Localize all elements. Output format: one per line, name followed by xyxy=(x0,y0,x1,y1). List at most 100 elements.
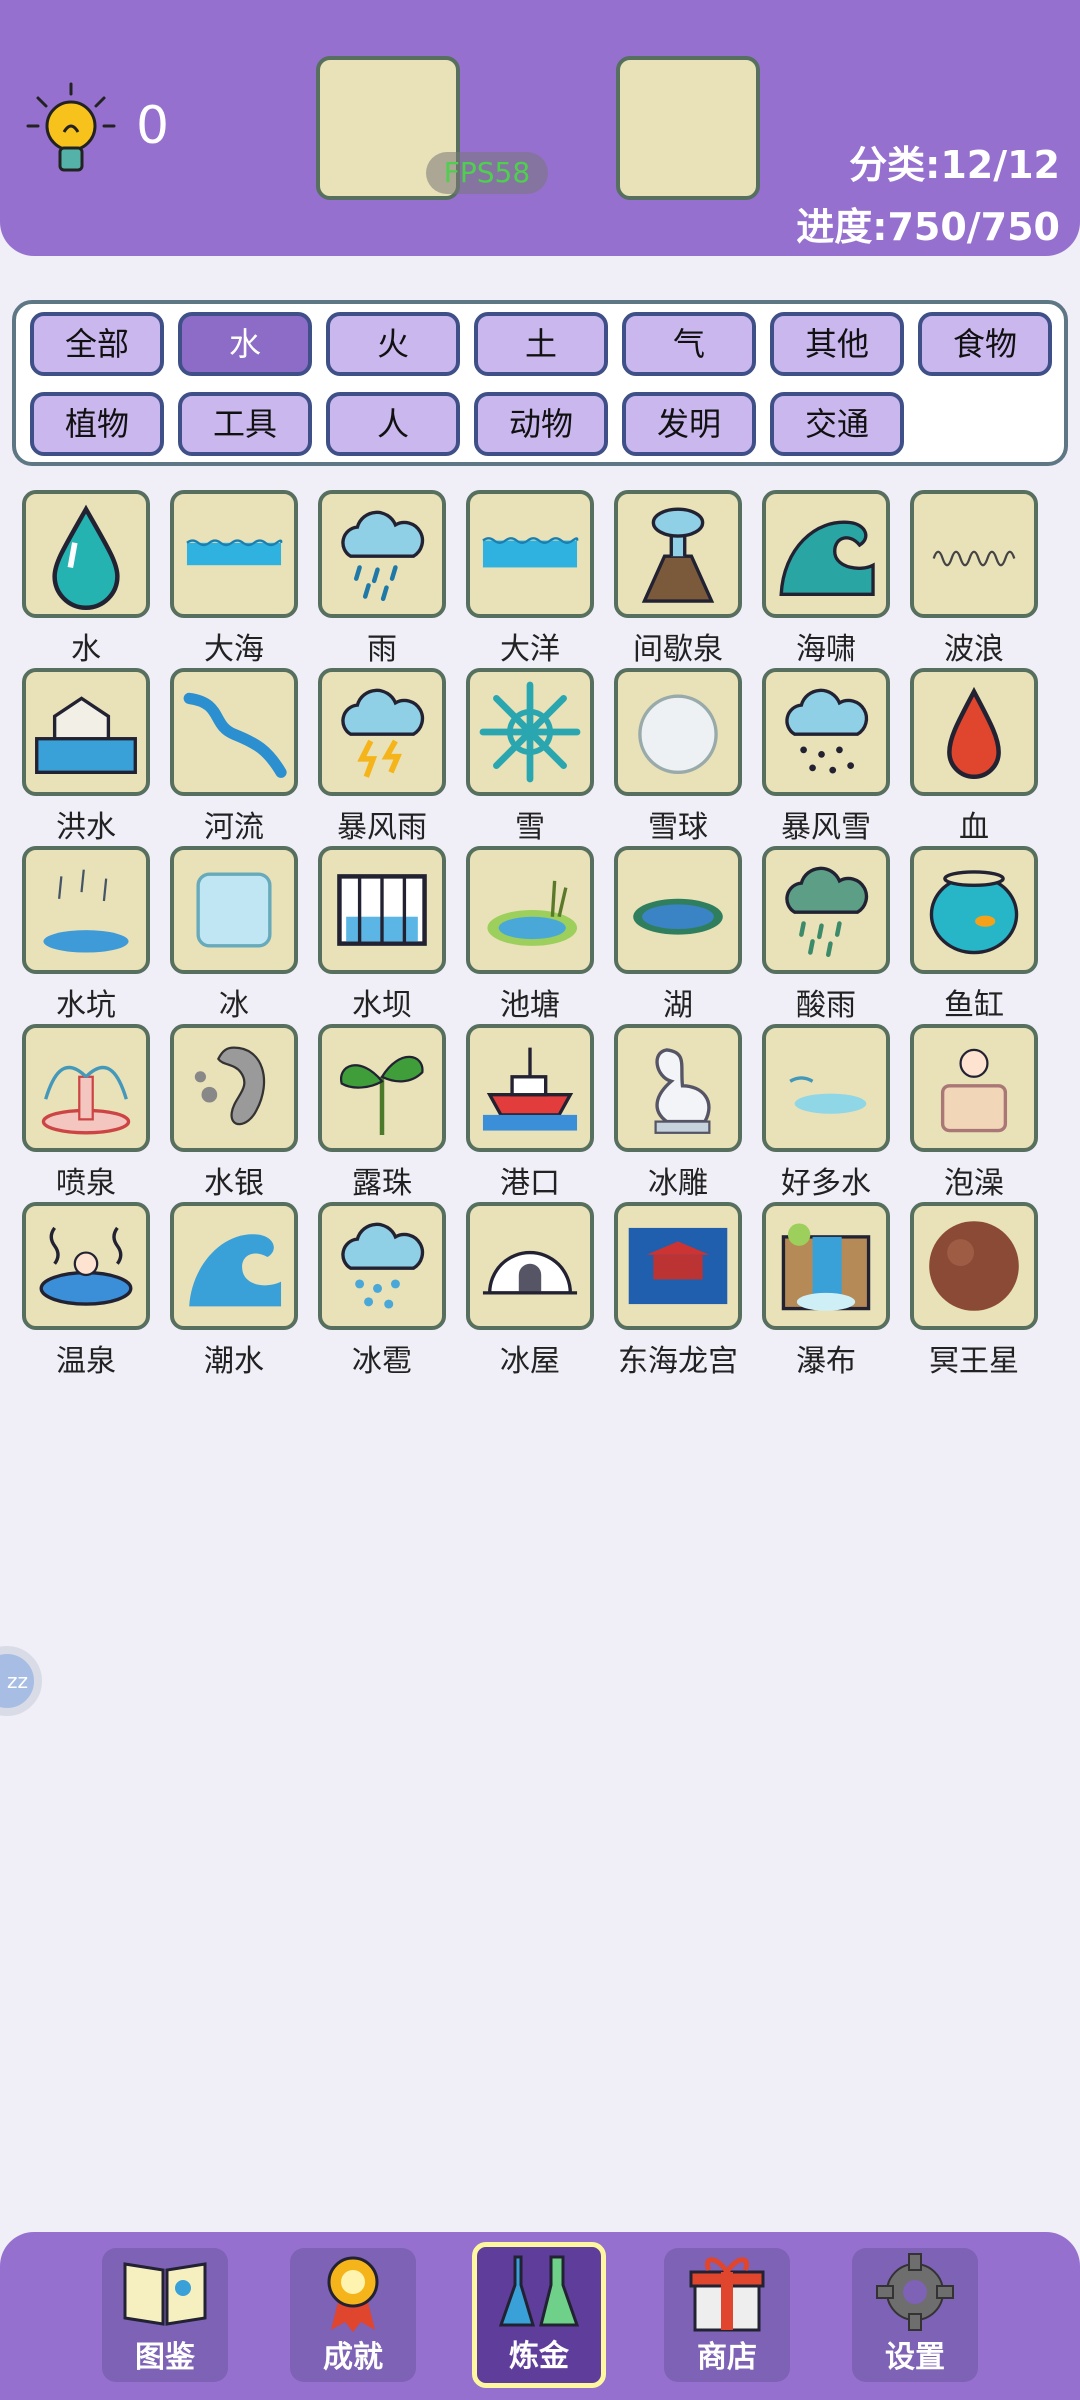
category-tab-food[interactable]: 食物 xyxy=(918,312,1052,376)
lightbulb-icon[interactable] xyxy=(24,80,118,180)
category-progress: 分类:12/12 xyxy=(849,143,1060,187)
item-card[interactable]: 温泉 xyxy=(22,1202,150,1380)
item-card[interactable]: 好多水 xyxy=(762,1024,890,1202)
tsunami-icon xyxy=(762,490,890,618)
item-card[interactable]: 露珠 xyxy=(318,1024,446,1202)
igloo-icon xyxy=(466,1202,594,1330)
item-card[interactable]: 湖 xyxy=(614,846,742,1024)
wave-icon xyxy=(910,490,1038,618)
nav-settings-label: 设置 xyxy=(885,2340,945,2375)
item-label: 暴风雨 xyxy=(337,810,427,845)
nav-encyclopedia-label: 图鉴 xyxy=(135,2340,195,2375)
acid-rain-icon xyxy=(762,846,890,974)
item-card[interactable]: 冰雹 xyxy=(318,1202,446,1380)
item-card[interactable]: 河流 xyxy=(170,668,298,846)
item-card[interactable]: 雨 xyxy=(318,490,446,668)
sea-icon xyxy=(170,490,298,618)
item-card[interactable]: 酸雨 xyxy=(762,846,890,1024)
category-tab-fire[interactable]: 火 xyxy=(326,312,460,376)
river-icon xyxy=(170,668,298,796)
item-label: 冰雕 xyxy=(648,1166,708,1201)
combine-slot-2[interactable] xyxy=(616,56,760,200)
item-card[interactable]: 东海龙宫 xyxy=(614,1202,742,1380)
item-card[interactable]: 水坝 xyxy=(318,846,446,1024)
item-card[interactable]: 水银 xyxy=(170,1024,298,1202)
item-card[interactable]: 大洋 xyxy=(466,490,594,668)
item-card[interactable]: 瀑布 xyxy=(762,1202,890,1380)
category-tab-tools[interactable]: 工具 xyxy=(178,392,312,456)
item-card[interactable]: 冥王星 xyxy=(910,1202,1038,1380)
category-tab-water[interactable]: 水 xyxy=(178,312,312,376)
category-tab-inventions[interactable]: 发明 xyxy=(622,392,756,456)
item-card[interactable]: 水 xyxy=(22,490,150,668)
item-card[interactable]: 冰屋 xyxy=(466,1202,594,1380)
item-label: 水银 xyxy=(204,1166,264,1201)
gift-icon xyxy=(689,2257,765,2332)
category-tab-earth[interactable]: 土 xyxy=(474,312,608,376)
water-drop-icon xyxy=(22,490,150,618)
item-label: 露珠 xyxy=(352,1166,412,1201)
item-card[interactable]: 暴风雪 xyxy=(762,668,890,846)
dew-plant-icon xyxy=(318,1024,446,1152)
item-card[interactable]: 冰 xyxy=(170,846,298,1024)
nav-shop[interactable]: 商店 xyxy=(664,2248,790,2382)
item-label: 池塘 xyxy=(500,988,560,1023)
puddle-icon xyxy=(22,846,150,974)
item-label: 洪水 xyxy=(56,810,116,845)
item-card[interactable]: 冰雕 xyxy=(614,1024,742,1202)
category-tab-all[interactable]: 全部 xyxy=(30,312,164,376)
gear-icon xyxy=(876,2253,954,2331)
nav-shop-label: 商店 xyxy=(697,2340,757,2375)
item-label: 河流 xyxy=(204,810,264,845)
item-label: 海啸 xyxy=(796,632,856,667)
item-card[interactable]: 泡澡 xyxy=(910,1024,1038,1202)
item-card[interactable]: 鱼缸 xyxy=(910,846,1038,1024)
item-card[interactable]: 血 xyxy=(910,668,1038,846)
item-label: 冰屋 xyxy=(500,1344,560,1379)
nav-achievements[interactable]: 成就 xyxy=(290,2248,416,2382)
ocean-icon xyxy=(466,490,594,618)
item-card[interactable]: 间歇泉 xyxy=(614,490,742,668)
bath-icon xyxy=(910,1024,1038,1152)
nav-encyclopedia[interactable]: 图鉴 xyxy=(102,2248,228,2382)
item-card[interactable]: 潮水 xyxy=(170,1202,298,1380)
item-card[interactable]: 海啸 xyxy=(762,490,890,668)
item-card[interactable]: 池塘 xyxy=(466,846,594,1024)
item-label: 暴风雪 xyxy=(781,810,871,845)
item-label: 水坑 xyxy=(56,988,116,1023)
item-card[interactable]: 港口 xyxy=(466,1024,594,1202)
item-card[interactable]: 暴风雨 xyxy=(318,668,446,846)
item-label: 酸雨 xyxy=(796,988,856,1023)
category-tab-transport[interactable]: 交通 xyxy=(770,392,904,456)
item-card[interactable]: 雪 xyxy=(466,668,594,846)
item-label: 冰雹 xyxy=(352,1344,412,1379)
item-card[interactable]: 雪球 xyxy=(614,668,742,846)
category-tab-other[interactable]: 其他 xyxy=(770,312,904,376)
item-label: 雪 xyxy=(515,810,545,845)
item-label: 雪球 xyxy=(648,810,708,845)
pond-icon xyxy=(466,846,594,974)
item-card[interactable]: 洪水 xyxy=(22,668,150,846)
geyser-icon xyxy=(614,490,742,618)
item-label: 间歇泉 xyxy=(633,632,723,667)
category-tab-people[interactable]: 人 xyxy=(326,392,460,456)
category-tab-plants[interactable]: 植物 xyxy=(30,392,164,456)
rain-cloud-icon xyxy=(318,490,446,618)
item-card[interactable]: 大海 xyxy=(170,490,298,668)
item-label: 水坝 xyxy=(352,988,412,1023)
nav-alchemy[interactable]: 炼金 xyxy=(472,2242,606,2388)
item-card[interactable]: 水坑 xyxy=(22,846,150,1024)
category-tab-animals[interactable]: 动物 xyxy=(474,392,608,456)
floating-ball[interactable]: zz xyxy=(0,1646,42,1716)
mercury-icon xyxy=(170,1024,298,1152)
nav-achievements-label: 成就 xyxy=(323,2340,383,2375)
item-card[interactable]: 喷泉 xyxy=(22,1024,150,1202)
item-label: 东海龙宫 xyxy=(618,1344,738,1379)
item-label: 潮水 xyxy=(204,1344,264,1379)
nav-settings[interactable]: 设置 xyxy=(852,2248,978,2382)
overall-progress: 进度:750/750 xyxy=(796,205,1060,249)
category-tab-air[interactable]: 气 xyxy=(622,312,756,376)
hot-spring-icon xyxy=(22,1202,150,1330)
item-card[interactable]: 波浪 xyxy=(910,490,1038,668)
lots-of-water-icon xyxy=(762,1024,890,1152)
